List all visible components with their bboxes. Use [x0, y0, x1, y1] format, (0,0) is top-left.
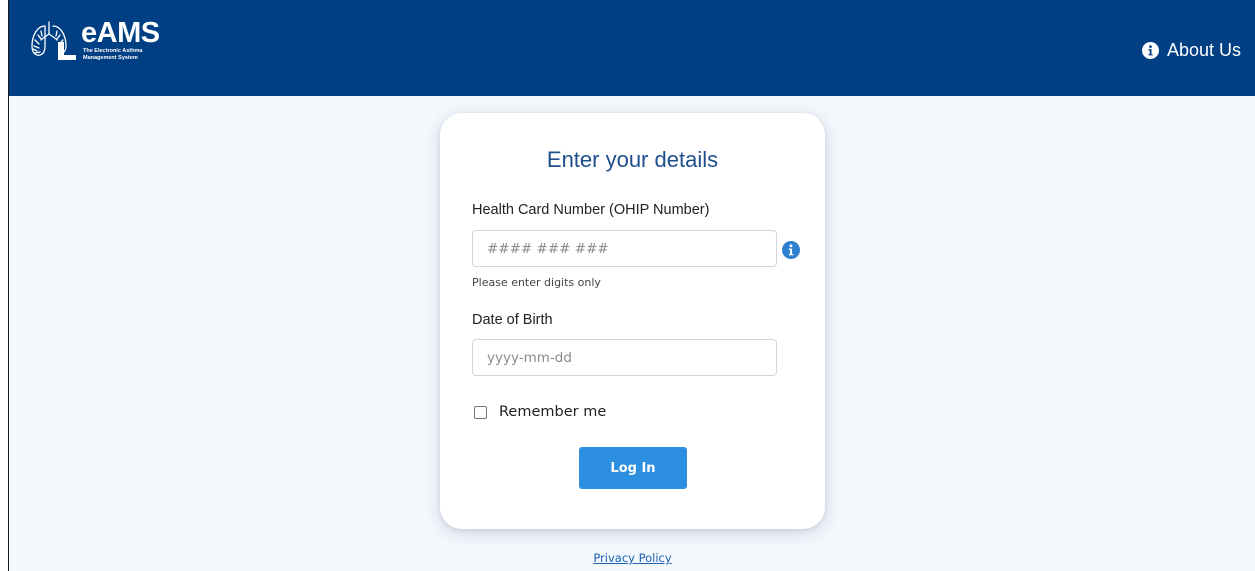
login-button[interactable]: Log In — [579, 447, 687, 489]
remember-label: Remember me — [499, 404, 607, 420]
login-card: Enter your details Health Card Number (O… — [440, 113, 825, 529]
health-card-hint: Please enter digits only — [472, 276, 601, 289]
remember-checkbox[interactable] — [474, 405, 487, 419]
info-circle-icon — [1141, 42, 1159, 59]
about-us-link[interactable]: About Us — [1141, 40, 1241, 61]
footer: Privacy Policy — [9, 551, 1255, 565]
lungs-logo-icon — [31, 21, 76, 60]
card-title: Enter your details — [546, 147, 719, 172]
info-circle-icon[interactable] — [782, 241, 800, 259]
eams-logo[interactable]: eAMS The Electronic Asthma Management Sy… — [29, 18, 160, 62]
dob-input[interactable] — [472, 339, 777, 376]
page-frame: eAMS The Electronic Asthma Management Sy… — [8, 0, 1255, 571]
privacy-policy-link[interactable]: Privacy Policy — [593, 551, 671, 565]
health-card-label: Health Card Number (OHIP Number) — [472, 202, 710, 218]
health-card-input[interactable] — [472, 230, 777, 267]
logo-name: eAMS — [81, 17, 160, 49]
about-us-label: About Us — [1166, 40, 1241, 60]
dob-label: Date of Birth — [472, 312, 553, 328]
remember-me[interactable]: Remember me — [472, 404, 606, 420]
app-header: eAMS The Electronic Asthma Management Sy… — [9, 0, 1255, 96]
logo-tagline: The Electronic Asthma Management System — [83, 48, 143, 61]
